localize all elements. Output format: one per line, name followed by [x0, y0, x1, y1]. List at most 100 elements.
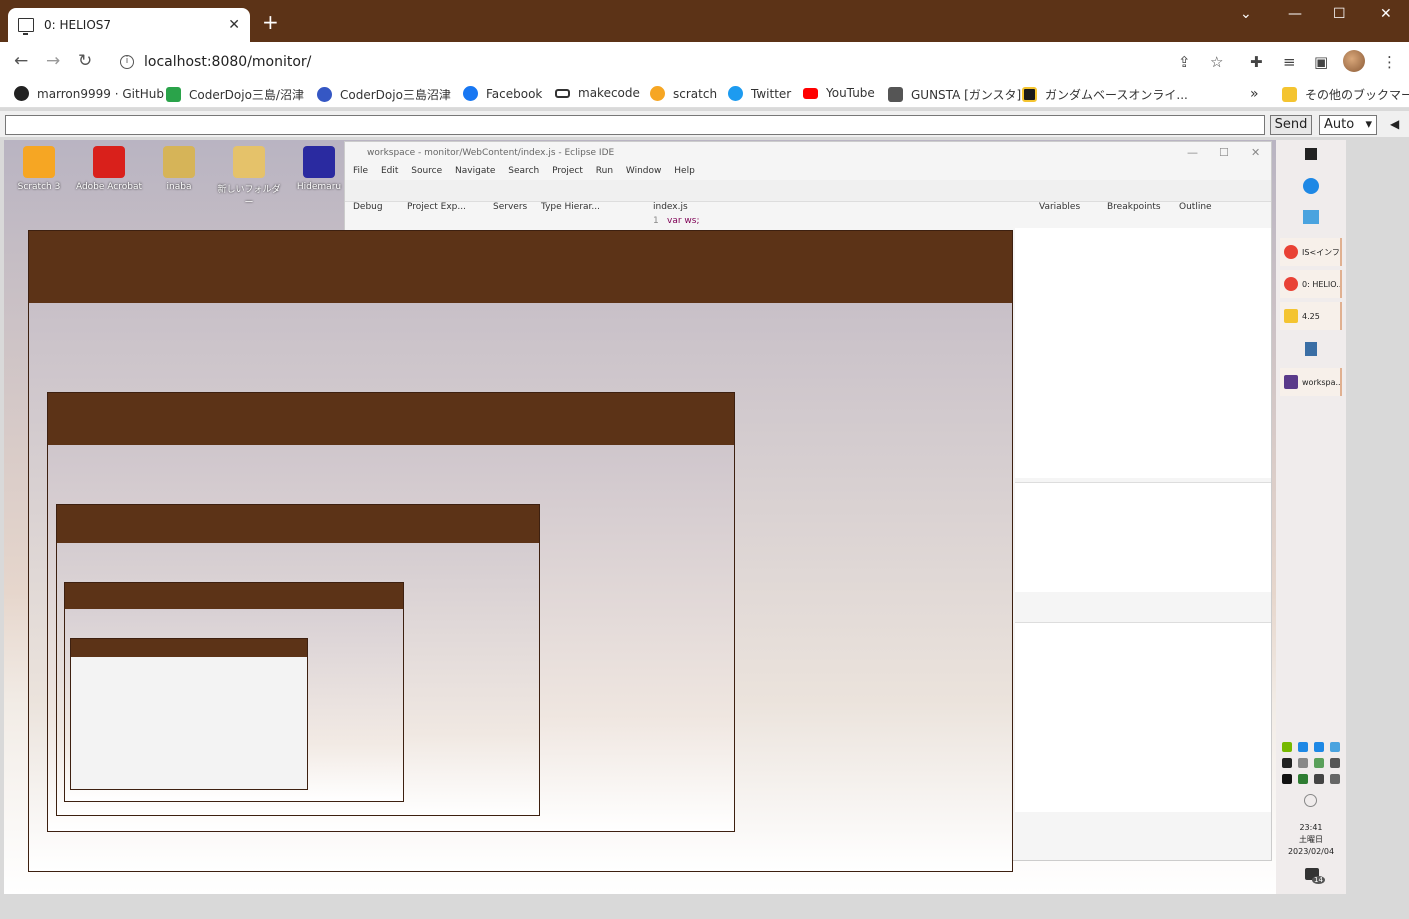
desktop-icon[interactable]: 新しいフォルダー — [214, 146, 284, 208]
menu-window[interactable]: Window — [626, 166, 662, 176]
tray-icon[interactable] — [1298, 758, 1308, 768]
other-bookmarks[interactable]: その他のブックマーク — [1282, 86, 1409, 103]
bookmarks-bar: marron9999 · GitHub CoderDojo三島/沼津 Coder… — [0, 80, 1409, 108]
remote-desktop-view[interactable]: Scratch 3 Adobe Acrobat inaba 新しいフォルダー H… — [4, 140, 1276, 894]
line-number: 1 — [653, 216, 659, 226]
network-icon[interactable] — [1330, 742, 1340, 752]
menu-project[interactable]: Project — [552, 166, 583, 176]
title-bar: 0: HELIOS7 ✕ + ⌄ — ☐ ✕ — [0, 0, 1409, 42]
bookmark-item[interactable]: marron9999 · GitHub — [14, 86, 164, 101]
folder-icon — [233, 146, 265, 178]
store-icon[interactable] — [1303, 210, 1319, 224]
taskbar-item[interactable]: IS<インフ... — [1280, 238, 1342, 266]
bookmark-item[interactable]: ガンダムベースオンライ... — [1022, 86, 1188, 103]
browser-tab[interactable]: 0: HELIOS7 ✕ — [8, 8, 250, 42]
desktop-icon[interactable]: Adobe Acrobat — [74, 146, 144, 192]
send-button[interactable]: Send — [1270, 115, 1312, 135]
menu-navigate[interactable]: Navigate — [455, 166, 495, 176]
bookmark-item[interactable]: Facebook — [463, 86, 542, 101]
extensions-icon[interactable]: ✚ — [1250, 53, 1263, 71]
star-icon[interactable]: ☆ — [1210, 53, 1223, 71]
variables-pane — [1015, 228, 1271, 478]
menu-search[interactable]: Search — [508, 166, 539, 176]
volume-icon[interactable] — [1330, 774, 1340, 784]
avatar[interactable] — [1343, 50, 1365, 72]
address-bar[interactable]: i localhost:8080/monitor/ — [108, 47, 1238, 76]
tab-variables[interactable]: Variables — [1039, 202, 1080, 212]
share-icon[interactable]: ⇪ — [1178, 53, 1191, 71]
menu-run[interactable]: Run — [596, 166, 613, 176]
taskbar-item[interactable]: 4.25 — [1280, 302, 1342, 330]
facebook-icon — [463, 86, 478, 101]
tray-icon[interactable] — [1314, 758, 1324, 768]
eclipse-maximize[interactable]: ☐ — [1219, 146, 1229, 159]
tray-icon[interactable] — [1282, 774, 1292, 784]
menu-icon[interactable]: ⋮ — [1382, 53, 1397, 71]
nvidia-icon[interactable] — [1282, 742, 1292, 752]
new-tab-button[interactable]: + — [262, 12, 279, 32]
media-icon[interactable]: ≡ — [1283, 53, 1296, 71]
reload-icon[interactable]: ↻ — [78, 51, 92, 71]
breakpoints-pane — [1015, 482, 1271, 592]
menu-source[interactable]: Source — [411, 166, 442, 176]
info-icon[interactable]: i — [120, 54, 134, 69]
acrobat-icon — [93, 146, 125, 178]
bookmark-item[interactable]: scratch — [650, 86, 717, 101]
bookmark-item[interactable]: CoderDojo三島/沼津 — [166, 86, 304, 103]
tray-icon[interactable] — [1314, 774, 1324, 784]
menu-file[interactable]: File — [353, 166, 368, 176]
nested-capture-5 — [70, 638, 308, 790]
focus-assist-icon[interactable] — [1304, 794, 1317, 807]
folder-icon — [1282, 87, 1297, 102]
monitor-icon — [18, 18, 34, 35]
tray-icon[interactable] — [1282, 758, 1292, 768]
clock[interactable]: 23:41 土曜日 2023/02/04 — [1280, 822, 1342, 858]
scratch-icon — [23, 146, 55, 178]
command-input[interactable] — [5, 115, 1265, 135]
back-icon[interactable]: ← — [14, 51, 28, 71]
hidemaru-icon — [303, 146, 335, 178]
bookmark-item[interactable]: GUNSTA [ガンスタ] — [888, 86, 1021, 103]
sidepanel-icon[interactable]: ▣ — [1314, 53, 1328, 71]
tab-project-explorer[interactable]: Project Exp... — [407, 202, 466, 212]
bookmark-item[interactable]: Twitter — [728, 86, 791, 101]
desktop-icon[interactable]: Scratch 3 — [4, 146, 74, 192]
chrome-icon — [1284, 245, 1298, 259]
calculator-icon[interactable] — [1305, 342, 1317, 356]
forward-icon[interactable]: → — [46, 51, 60, 71]
eclipse-minimize[interactable]: — — [1187, 146, 1198, 159]
bluetooth-icon[interactable] — [1314, 742, 1324, 752]
edge-icon[interactable] — [1303, 178, 1319, 194]
clock-date: 2023/02/04 — [1287, 847, 1335, 856]
minimize-button[interactable]: — — [1288, 6, 1302, 22]
bookmarks-overflow-button[interactable]: » — [1250, 86, 1259, 102]
bookmark-item[interactable]: YouTube — [803, 86, 875, 100]
collapse-icon[interactable]: ◀ — [1390, 117, 1399, 131]
tab-debug[interactable]: Debug — [353, 202, 383, 212]
tray-icon[interactable] — [1330, 758, 1340, 768]
menu-help[interactable]: Help — [674, 166, 695, 176]
tab-type-hierarchy[interactable]: Type Hierar... — [541, 202, 600, 212]
tab-close-button[interactable]: ✕ — [228, 17, 240, 33]
menu-edit[interactable]: Edit — [381, 166, 398, 176]
close-window-button[interactable]: ✕ — [1380, 6, 1392, 22]
eclipse-close[interactable]: ✕ — [1251, 146, 1260, 159]
tray-icon[interactable] — [1298, 774, 1308, 784]
tab-breakpoints[interactable]: Breakpoints — [1107, 202, 1161, 212]
windows-taskbar: IS<インフ... 0: HELIO... 4.25 workspa... — [1276, 140, 1346, 894]
bookmark-item[interactable]: CoderDojo三島沼津 — [317, 86, 451, 103]
tab-servers[interactable]: Servers — [493, 202, 527, 212]
maximize-button[interactable]: ☐ — [1333, 6, 1346, 22]
mode-select[interactable]: Auto — [1319, 115, 1377, 135]
tray-icon[interactable] — [1298, 742, 1308, 752]
bookmark-item[interactable]: makecode — [555, 86, 640, 100]
tab-outline[interactable]: Outline — [1179, 202, 1212, 212]
tab-search-button[interactable]: ⌄ — [1240, 6, 1252, 22]
taskbar-item[interactable]: workspa... — [1280, 368, 1342, 396]
tab-index-js[interactable]: index.js — [653, 202, 688, 212]
windows-start-icon[interactable] — [1305, 148, 1317, 160]
taskbar-item[interactable]: 0: HELIO... — [1280, 270, 1342, 298]
desktop-icon[interactable]: inaba — [144, 146, 214, 192]
makecode-icon — [555, 88, 570, 98]
scratch-icon — [650, 86, 665, 101]
